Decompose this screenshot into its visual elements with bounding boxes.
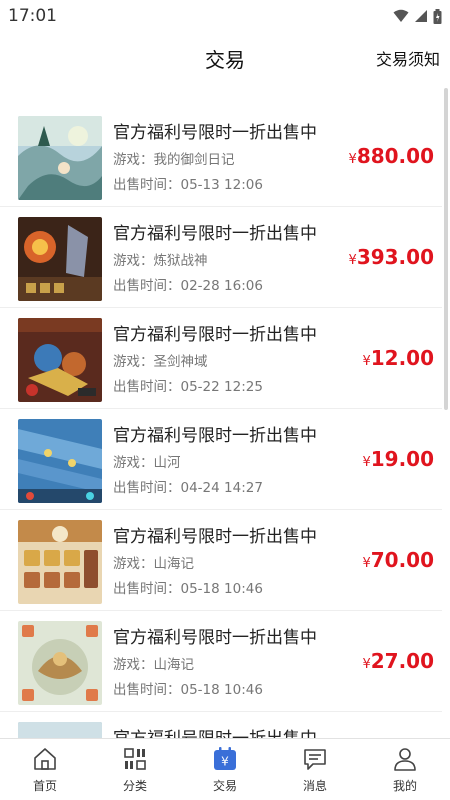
listing-game: 游戏：山海记 (113, 657, 194, 673)
signal-icon (415, 10, 427, 22)
game-thumbnail (18, 217, 102, 301)
listing-game: 游戏：我的御剑日记 (113, 152, 235, 168)
listing-item[interactable]: 官方福利号限时一折出售中 (0, 712, 442, 738)
tab-profile[interactable]: 我的 (360, 739, 450, 800)
tab-home[interactable]: 首页 (0, 739, 90, 800)
currency-symbol: ¥ (348, 253, 357, 268)
game-thumbnail (18, 621, 102, 705)
listing-price: ¥393.00 (349, 245, 434, 269)
game-thumbnail (18, 116, 102, 200)
listing-price: ¥12.00 (362, 346, 434, 370)
status-time: 17:01 (8, 6, 57, 26)
listing-item[interactable]: 官方福利号限时一折出售中 游戏：炼狱战神 出售时间：02-28 16:06 ¥3… (0, 207, 442, 308)
currency-symbol: ¥ (348, 152, 357, 167)
listing-item[interactable]: 官方福利号限时一折出售中 游戏：山河 出售时间：04-24 14:27 ¥19.… (0, 409, 442, 510)
trade-icon: ¥ (211, 745, 239, 773)
currency-symbol: ¥ (362, 354, 371, 369)
listing-price: ¥19.00 (362, 447, 434, 471)
listing-title: 官方福利号限时一折出售中 (113, 123, 317, 143)
price-amount: 27.00 (370, 649, 434, 673)
message-icon (301, 745, 329, 773)
tab-label: 我的 (392, 779, 417, 793)
tab-label: 消息 (302, 779, 327, 793)
bottom-tab-bar: 首页 分类 ¥ 交易 消息 我的 (0, 738, 450, 800)
price-amount: 19.00 (370, 447, 434, 471)
game-thumbnail (18, 520, 102, 604)
price-amount: 12.00 (370, 346, 434, 370)
listing-title: 官方福利号限时一折出售中 (113, 724, 317, 738)
home-icon (31, 745, 59, 773)
listing-time: 出售时间：04-24 14:27 (113, 480, 263, 496)
listing-time: 出售时间：05-18 10:46 (113, 581, 263, 597)
svg-text:¥: ¥ (221, 755, 229, 769)
trade-notice-link[interactable]: 交易须知 (376, 46, 440, 70)
battery-icon (433, 8, 442, 24)
user-icon (391, 745, 419, 773)
header: 交易 交易须知 (0, 32, 450, 82)
listing-game: 游戏：炼狱战神 (113, 253, 208, 269)
tab-label: 分类 (122, 779, 147, 793)
listing-item[interactable]: 官方福利号限时一折出售中 游戏：山海记 出售时间：05-18 10:46 ¥27… (0, 611, 442, 712)
listing-title: 官方福利号限时一折出售中 (113, 628, 317, 648)
listing-time: 出售时间：05-18 10:46 (113, 682, 263, 698)
listing-game: 游戏：圣剑神域 (113, 354, 208, 370)
header-spacer (0, 82, 450, 106)
scrollbar[interactable] (444, 88, 448, 410)
listing-title: 官方福利号限时一折出售中 (113, 325, 317, 345)
price-amount: 393.00 (356, 245, 434, 269)
listing-time: 出售时间：05-22 12:25 (113, 379, 263, 395)
listing-game: 游戏：山河 (113, 455, 181, 471)
listing-time: 出售时间：05-13 12:06 (113, 177, 263, 193)
status-bar: 17:01 (0, 0, 450, 32)
currency-symbol: ¥ (362, 657, 371, 672)
tab-trade[interactable]: ¥ 交易 (180, 739, 270, 800)
game-thumbnail (18, 318, 102, 402)
price-amount: 880.00 (356, 144, 434, 168)
listing-price: ¥27.00 (362, 649, 434, 673)
listing-item[interactable]: 官方福利号限时一折出售中 游戏：山海记 出售时间：05-18 10:46 ¥70… (0, 510, 442, 611)
listing-title: 官方福利号限时一折出售中 (113, 426, 317, 446)
status-icons (393, 8, 442, 24)
price-amount: 70.00 (370, 548, 434, 572)
listing-price: ¥70.00 (362, 548, 434, 572)
grid-icon (121, 745, 149, 773)
currency-symbol: ¥ (362, 556, 371, 571)
tab-category[interactable]: 分类 (90, 739, 180, 800)
listing-game: 游戏：山海记 (113, 556, 194, 572)
listing-title: 官方福利号限时一折出售中 (113, 224, 317, 244)
currency-symbol: ¥ (362, 455, 371, 470)
listing-time: 出售时间：02-28 16:06 (113, 278, 263, 294)
tab-label: 首页 (32, 779, 57, 793)
wifi-icon (393, 9, 409, 22)
listing-list[interactable]: 官方福利号限时一折出售中 游戏：我的御剑日记 出售时间：05-13 12:06 … (0, 106, 442, 738)
game-thumbnail (18, 722, 102, 738)
listing-title: 官方福利号限时一折出售中 (113, 527, 317, 547)
tab-messages[interactable]: 消息 (270, 739, 360, 800)
listing-item[interactable]: 官方福利号限时一折出售中 游戏：我的御剑日记 出售时间：05-13 12:06 … (0, 106, 442, 207)
tab-label: 交易 (212, 779, 237, 793)
listing-price: ¥880.00 (349, 144, 434, 168)
game-thumbnail (18, 419, 102, 503)
listing-item[interactable]: 官方福利号限时一折出售中 游戏：圣剑神域 出售时间：05-22 12:25 ¥1… (0, 308, 442, 409)
